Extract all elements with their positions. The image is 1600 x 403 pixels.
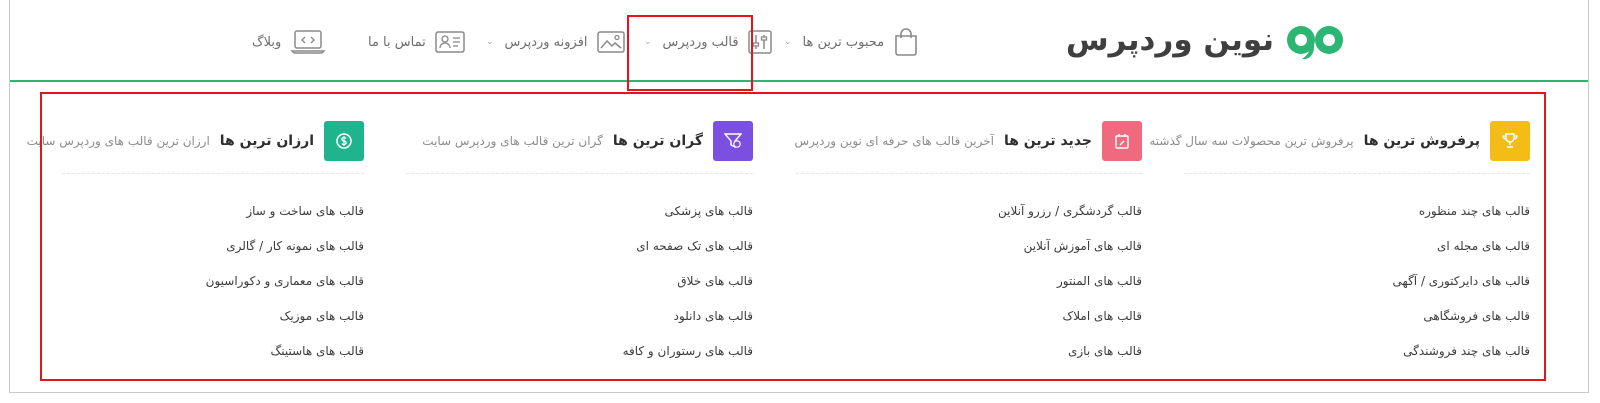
nav-contact[interactable]: تماس با ما [368,22,465,62]
laptop-code-icon [290,29,326,55]
highlight-box-nav [627,15,753,91]
logo-text: نوین وردپرس [1065,22,1274,58]
nav-label: محبوب ترین ها [802,34,885,50]
contact-card-icon [434,31,465,53]
chevron-down-icon: ⌄ [784,37,792,47]
shopping-bag-icon [893,28,919,56]
site-header: نوین وردپرس محبوب ترین ها ⌄ قالب وردپرس … [10,0,1588,82]
nav-label: وبلاگ [252,34,282,50]
nav-label: افزونه وردپرس [504,34,588,50]
image-icon [596,31,625,53]
chevron-down-icon: ⌄ [486,37,494,47]
highlight-box-mega-menu [40,92,1546,381]
nav-popular[interactable]: محبوب ترین ها ⌄ [784,22,919,62]
nav-label: تماس با ما [368,34,426,50]
nav-blog[interactable]: وبلاگ [252,22,326,62]
nav-wordpress-plugins[interactable]: افزونه وردپرس ⌄ [486,22,625,62]
site-logo[interactable]: نوین وردپرس [1066,18,1346,62]
logo-mark-icon [1284,20,1346,60]
